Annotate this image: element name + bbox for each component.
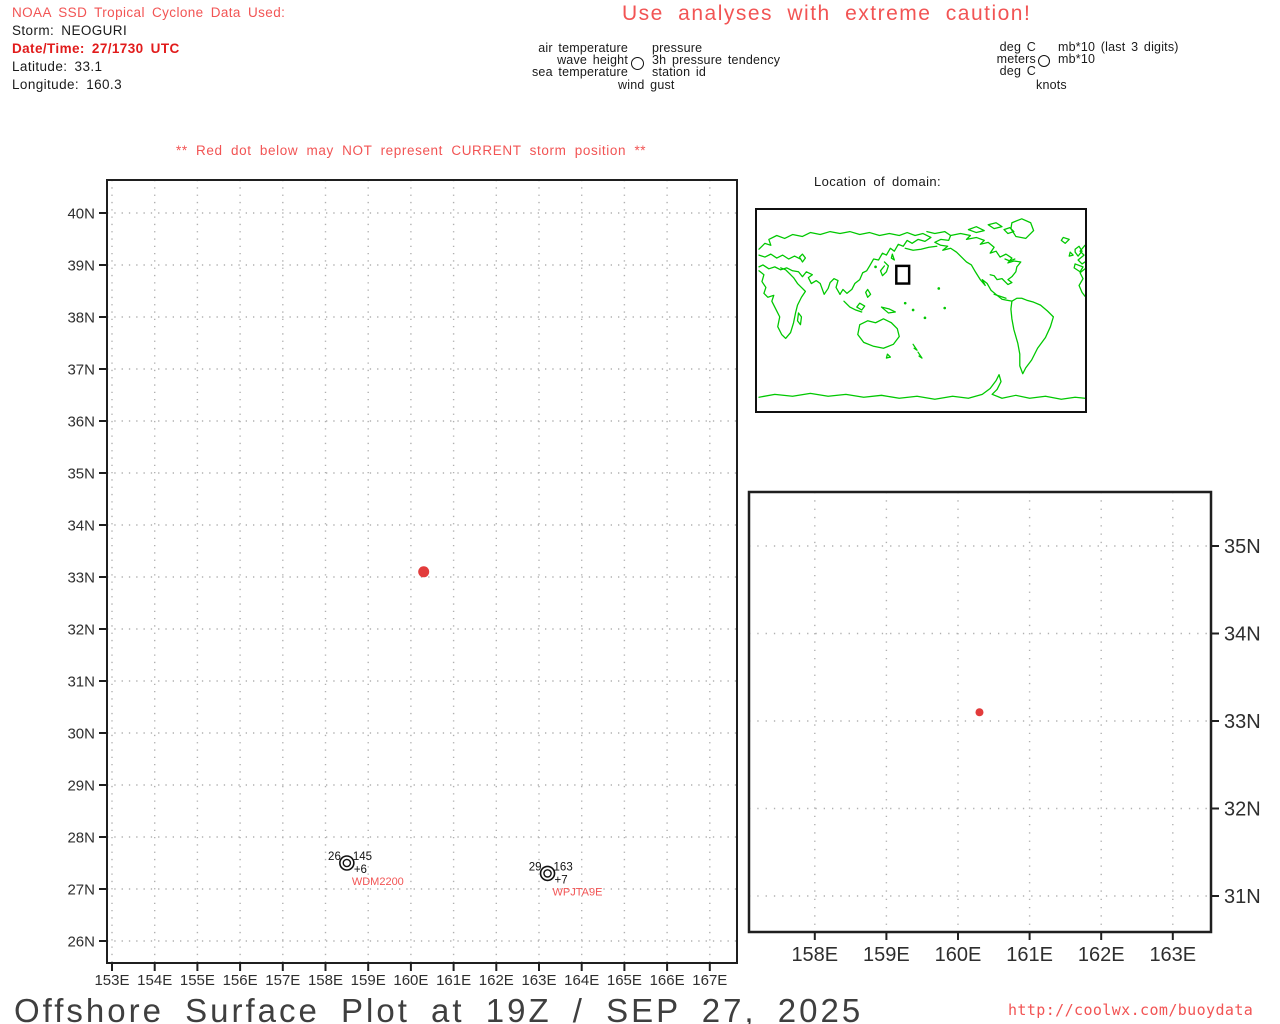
- x-tick-label: 154E: [137, 972, 172, 989]
- x-tick-label: 155E: [180, 972, 215, 989]
- station-circle-icon: [631, 57, 644, 70]
- station-pressure-tendency: +7: [555, 874, 568, 886]
- storm-data-source-line: NOAA SSD Tropical Cyclone Data Used:: [12, 5, 286, 20]
- x-tick-label: 161E: [1006, 944, 1053, 966]
- x-tick-label: 157E: [265, 972, 300, 989]
- buoy-plot-page: NOAA SSD Tropical Cyclone Data Used: Sto…: [0, 0, 1280, 1024]
- y-tick-label: 30N: [67, 725, 95, 742]
- main-surface-plot: 153E 154E 155E 156E 157E 158E 159E 160E 161E 162E…: [67, 179, 738, 989]
- storm-datetime-line: Date/Time: 27/1730 UTC: [12, 41, 180, 56]
- world-map-inset: [755, 208, 1087, 413]
- world-map: [758, 218, 1086, 400]
- y-tick-label: 32N: [67, 621, 95, 638]
- y-tick-label: 29N: [67, 777, 95, 794]
- x-tick-label: 162E: [479, 972, 514, 989]
- y-tick-label: 35N: [67, 465, 95, 482]
- units-tendency: mb*10: [1058, 52, 1096, 66]
- x-tick-label: 166E: [650, 972, 685, 989]
- station-pressure: 163: [554, 861, 573, 873]
- caution-title: Use analyses with extreme caution!: [622, 2, 1032, 25]
- station-pressure: 145: [353, 851, 372, 863]
- x-tick-label: 164E: [564, 972, 599, 989]
- station-model: 26 145+6WDM2200: [328, 851, 404, 888]
- storm-position-warning: ** Red dot below may NOT represent CURRE…: [176, 143, 647, 158]
- x-tick-label: 163E: [521, 972, 556, 989]
- storm-name-line: Storm: NEOGURI: [12, 23, 128, 38]
- y-tick-label: 31N: [1224, 886, 1261, 908]
- y-tick-label: 34N: [67, 517, 95, 534]
- storm-position-dot: [975, 708, 984, 717]
- x-tick-label: 156E: [223, 972, 258, 989]
- y-tick-label: 40N: [67, 205, 95, 222]
- x-tick-label: 153E: [94, 972, 129, 989]
- storm-latitude-line: Latitude: 33.1: [12, 59, 103, 74]
- domain-rectangle: [895, 264, 911, 285]
- station-circle-icon: [1038, 55, 1050, 67]
- x-tick-label: 159E: [351, 972, 386, 989]
- x-tick-label: 160E: [393, 972, 428, 989]
- source-url: http://coolwx.com/buoydata: [1008, 1001, 1254, 1019]
- x-tick-label: 159E: [863, 944, 910, 966]
- inset-map-title: Location of domain:: [814, 174, 942, 189]
- y-tick-label: 34N: [1224, 624, 1261, 646]
- storm-longitude-line: Longitude: 160.3: [12, 77, 122, 92]
- y-tick-label: 28N: [67, 829, 95, 846]
- y-tick-label: 35N: [1224, 536, 1261, 558]
- station-id: WPJTA9E: [553, 886, 603, 898]
- station-air-temp: 26: [328, 851, 341, 863]
- x-tick-label: 161E: [436, 972, 471, 989]
- y-tick-label: 32N: [1224, 799, 1261, 821]
- x-tick-label: 162E: [1078, 944, 1125, 966]
- units-gust: knots: [1036, 78, 1067, 92]
- legend-station-id: station id: [652, 65, 707, 79]
- y-tick-label: 38N: [67, 309, 95, 326]
- zoomed-domain-plot: 158E 159E 160E 161E 162E 163E 35N 34N 33N 32N 31N: [747, 490, 1261, 966]
- coastlines: [758, 218, 1086, 400]
- units-sea-temp: deg C: [999, 64, 1036, 78]
- station-pressure-tendency: +6: [354, 864, 367, 876]
- y-tick-label: 26N: [67, 933, 95, 950]
- station-circle-icon: [539, 865, 556, 882]
- y-tick-label: 27N: [67, 881, 95, 898]
- y-tick-label: 36N: [67, 413, 95, 430]
- x-tick-label: 160E: [935, 944, 982, 966]
- station-id: WDM2200: [352, 876, 404, 888]
- legend-sea-temperature: sea temperature: [531, 65, 628, 79]
- storm-position-dot: [418, 566, 430, 578]
- x-tick-label: 165E: [607, 972, 642, 989]
- x-tick-label: 158E: [308, 972, 343, 989]
- y-tick-label: 33N: [1224, 711, 1261, 733]
- y-tick-label: 39N: [67, 257, 95, 274]
- y-tick-label: 33N: [67, 569, 95, 586]
- legend-wind-gust: wind gust: [618, 78, 675, 92]
- page-title: Offshore Surface Plot at 19Z / SEP 27, 2…: [14, 992, 864, 1024]
- x-tick-label: 163E: [1149, 944, 1196, 966]
- x-tick-label: 158E: [791, 944, 838, 966]
- station-model: 29 163+7WPJTA9E: [529, 861, 603, 898]
- y-tick-label: 31N: [67, 673, 95, 690]
- x-tick-label: 167E: [692, 972, 727, 989]
- y-tick-label: 37N: [67, 361, 95, 378]
- station-air-temp: 29: [529, 861, 542, 873]
- station-circle-icon: [339, 855, 355, 871]
